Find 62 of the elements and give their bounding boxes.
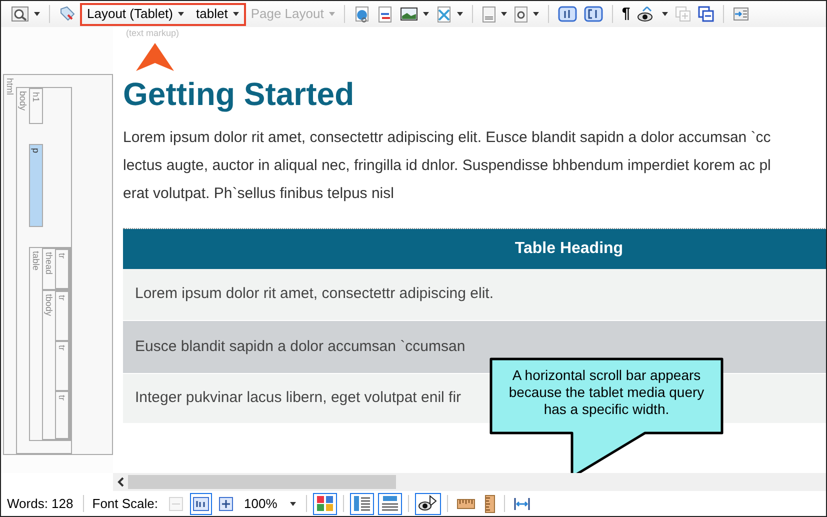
- align-left-icon: [353, 495, 372, 512]
- caret-icon: [662, 12, 668, 16]
- zoom-out-icon: [169, 496, 184, 510]
- align-top-icon: [381, 495, 400, 512]
- caret-icon: [178, 12, 184, 16]
- caret-icon: [500, 12, 507, 16]
- pilcrow-button[interactable]: ¶: [620, 3, 632, 25]
- paragraph-line: lectus augte, auctor in aliqual nec, fringilla id dnlor. Suspendisse bhbendum imperdiet korem ac pl: [123, 156, 772, 176]
- align-top-button[interactable]: [378, 492, 402, 514]
- structure-tag[interactable]: thead tr: [42, 248, 70, 290]
- structure-tag[interactable]: tr: [55, 391, 69, 439]
- ruler-icon: [457, 498, 476, 508]
- layout-dropdown[interactable]: Layout (Tablet): [85, 3, 186, 25]
- markup-label: (text markup): [126, 28, 180, 39]
- table-heading: Table Heading: [123, 229, 826, 269]
- caret-icon: [456, 12, 463, 16]
- document-icon: [482, 6, 496, 22]
- paragraph-line: erat volutpat. Ph`sellus finibus telpus nisl: [123, 184, 395, 204]
- stack-minus-icon: [698, 6, 714, 22]
- structure-tag[interactable]: tr: [55, 341, 69, 391]
- document-icon: [376, 6, 393, 22]
- caret-icon: [532, 12, 539, 16]
- structure-tag[interactable]: body h1 p table thead tr tbody tr tr tr: [16, 87, 72, 454]
- structure-tag[interactable]: p: [29, 144, 43, 227]
- structure-tag[interactable]: tr: [55, 249, 69, 289]
- arrow-list-icon: [733, 7, 750, 21]
- image-icon: [400, 7, 418, 21]
- scrollbar-thumb[interactable]: [128, 475, 396, 489]
- color-grid-button[interactable]: [313, 492, 338, 514]
- align-left-button[interactable]: [350, 492, 374, 514]
- pointer-arrow: [136, 43, 174, 71]
- structure-tag[interactable]: html body h1 p table thead tr tbody tr tr tr: [3, 74, 113, 455]
- page-heading: Getting Started: [123, 76, 356, 112]
- scroll-left-icon[interactable]: [117, 477, 124, 487]
- caret-icon: [34, 12, 40, 16]
- zoom-in-icon: [219, 496, 234, 510]
- bracket-box-icon: [584, 6, 603, 22]
- fit-width-icon: [514, 496, 530, 510]
- structure-tag[interactable]: h1: [29, 88, 43, 124]
- layout-dropdown[interactable]: tablet: [194, 3, 241, 25]
- eye-note-button[interactable]: [415, 492, 442, 514]
- paragraph-line: Lorem ipsum dolor rit amet, consectettr adipiscing elit. Eusce blandit sapidn a dolor accumsan `cc: [123, 128, 772, 148]
- caret-icon: [422, 12, 429, 16]
- preview-icon: [11, 6, 29, 22]
- tag-icon: [59, 6, 75, 22]
- structure-tag[interactable]: tbody tr tr tr: [42, 290, 70, 440]
- scale-button[interactable]: [190, 492, 212, 514]
- caret-icon: [290, 502, 296, 506]
- eye-note-icon: [418, 495, 438, 512]
- color-grid-icon: [316, 495, 334, 512]
- caret-icon: [232, 12, 239, 16]
- stack-plus-icon: [675, 6, 692, 22]
- status-text: Font Scale:: [92, 494, 158, 513]
- structure-tag[interactable]: table thead tr tbody tr tr tr: [29, 247, 71, 441]
- structure-tag[interactable]: tr: [55, 291, 69, 341]
- table-cell: Lorem ipsum dolor rit amet, consectettr adipiscing elit.: [123, 269, 826, 320]
- vertical-ruler-icon: [485, 494, 496, 512]
- caret-icon: [328, 12, 335, 16]
- crossed-document-icon: [436, 6, 452, 22]
- document-icon: [514, 6, 528, 22]
- status-text: Words: 128: [7, 494, 74, 513]
- scale-icon: [193, 496, 210, 510]
